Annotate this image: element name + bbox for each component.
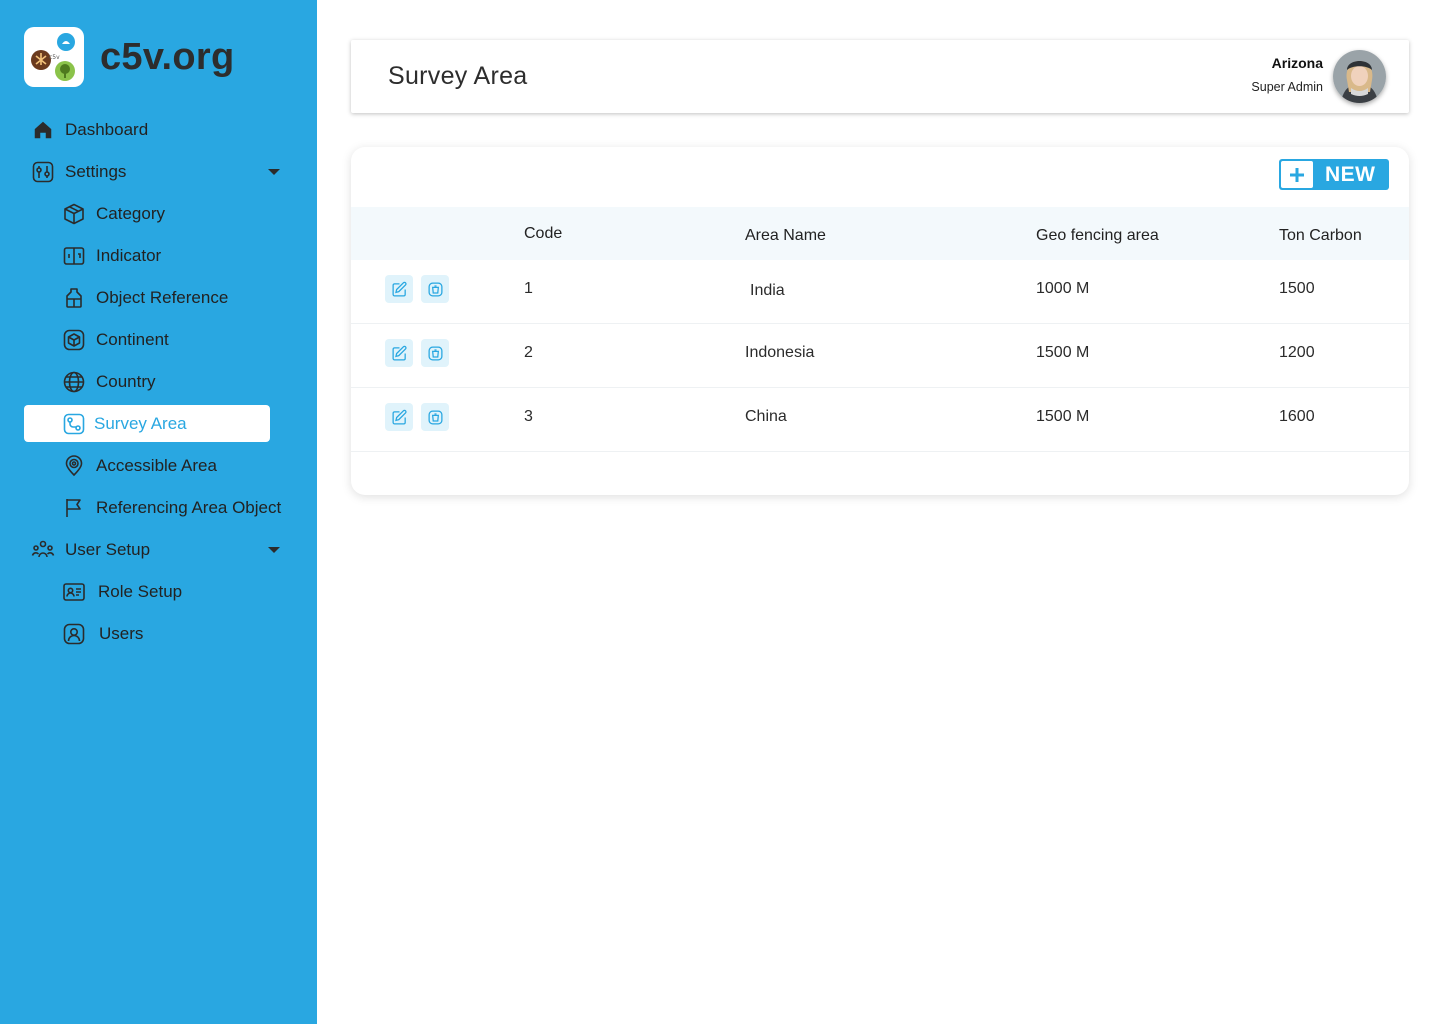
cube-icon	[62, 202, 86, 226]
chevron-down-icon[interactable]	[268, 169, 280, 175]
cell-geo-fencing: 1000 M	[1036, 280, 1090, 297]
cell-area-name: China	[745, 408, 787, 425]
sidebar-item-label: Referencing Area Object	[96, 497, 282, 517]
sidebar-item-label: Survey Area	[94, 413, 187, 433]
location-pin-icon	[62, 454, 86, 478]
table-row: 3 China 1500 M 1600	[351, 388, 1409, 452]
sidebar-item-label: Continent	[96, 329, 169, 349]
sidebar-item-survey-area[interactable]: Survey Area	[24, 405, 270, 442]
cell-geo-fencing: 1500 M	[1036, 408, 1090, 425]
sidebar-item-dashboard[interactable]: Dashboard	[31, 111, 148, 148]
cell-geo-fencing: 1500 M	[1036, 344, 1090, 361]
avatar[interactable]	[1333, 50, 1386, 103]
id-card-icon	[62, 580, 86, 604]
sidebar-item-label: Category	[96, 203, 165, 223]
settings-sliders-icon	[31, 160, 55, 184]
edit-icon	[391, 345, 407, 361]
sidebar-item-referencing-area-object[interactable]: Referencing Area Object	[62, 489, 281, 526]
continent-cube-icon	[62, 328, 86, 352]
sidebar-item-label: User Setup	[65, 539, 151, 559]
sidebar-item-country[interactable]: Country	[62, 363, 156, 400]
brand-logo: c5v	[24, 27, 84, 87]
edit-icon	[391, 281, 407, 297]
route-icon	[62, 412, 86, 436]
sidebar-item-label: Indicator	[96, 245, 162, 265]
sidebar-item-category[interactable]: Category	[62, 195, 165, 232]
cell-area-name: Indonesia	[745, 344, 815, 361]
users-group-icon	[31, 538, 55, 562]
cell-code: 3	[524, 408, 533, 425]
trash-icon	[427, 409, 443, 425]
sidebar-item-label: Country	[96, 371, 156, 391]
user-role: Super Admin	[1251, 80, 1323, 94]
cell-code: 2	[524, 344, 533, 361]
user-circle-icon	[62, 622, 86, 646]
trash-icon	[427, 345, 443, 361]
sidebar-item-continent[interactable]: Continent	[62, 321, 169, 358]
sidebar-item-label: Dashboard	[65, 119, 149, 139]
sidebar-item-label: Settings	[65, 161, 127, 181]
delete-button[interactable]	[421, 275, 449, 303]
column-header-code[interactable]: Code	[524, 225, 562, 243]
cell-ton-carbon: 1200	[1279, 344, 1315, 361]
sidebar-item-label: Role Setup	[98, 581, 183, 601]
sidebar-item-label: Users	[99, 623, 144, 643]
table-row: 2 Indonesia 1500 M 1200	[351, 324, 1409, 388]
cell-area-name: India	[750, 282, 785, 299]
column-header-geo-fencing[interactable]: Geo fencing area	[1036, 227, 1159, 245]
new-button-label: NEW	[1325, 162, 1376, 186]
sidebar-item-user-setup[interactable]: User Setup	[31, 531, 150, 568]
plus-icon	[1281, 161, 1313, 188]
edit-button[interactable]	[385, 275, 413, 303]
sidebar-item-settings[interactable]: Settings	[31, 153, 126, 190]
trash-icon	[427, 281, 443, 297]
edit-button[interactable]	[385, 403, 413, 431]
cell-code: 1	[524, 280, 533, 297]
survey-area-table-card: NEW Code Area Name Geo fencing area Ton …	[351, 147, 1409, 495]
edit-icon	[391, 409, 407, 425]
delete-button[interactable]	[421, 339, 449, 367]
brand[interactable]: c5v c5v.org	[24, 27, 234, 87]
jar-icon	[62, 286, 86, 310]
page-title: Survey Area	[388, 62, 528, 90]
sidebar: c5v c5v.org Dashboard Settings Category …	[0, 0, 317, 1024]
new-button[interactable]: NEW	[1279, 159, 1389, 190]
user-name: Arizona	[1271, 55, 1323, 71]
chevron-down-icon[interactable]	[268, 547, 280, 553]
sidebar-item-label: Accessible Area	[96, 455, 217, 475]
indicator-icon	[62, 244, 86, 268]
sidebar-item-object-reference[interactable]: Object Reference	[62, 279, 228, 316]
sidebar-item-label: Object Reference	[96, 287, 229, 307]
column-header-ton-carbon[interactable]: Ton Carbon	[1279, 227, 1362, 245]
table-row: 1 India 1000 M 1500	[351, 260, 1409, 324]
cell-ton-carbon: 1600	[1279, 408, 1315, 425]
svg-text:c5v: c5v	[49, 54, 60, 61]
sidebar-item-indicator[interactable]: Indicator	[62, 237, 161, 274]
sidebar-item-users[interactable]: Users	[62, 615, 143, 652]
flag-icon	[62, 496, 86, 520]
edit-button[interactable]	[385, 339, 413, 367]
cell-ton-carbon: 1500	[1279, 280, 1315, 297]
home-icon	[31, 118, 55, 142]
delete-button[interactable]	[421, 403, 449, 431]
table-header: Code Area Name Geo fencing area Ton Carb…	[351, 207, 1409, 260]
sidebar-item-role-setup[interactable]: Role Setup	[62, 573, 182, 610]
page-header: Survey Area Arizona Super Admin	[351, 40, 1409, 113]
column-header-area-name[interactable]: Area Name	[745, 227, 826, 245]
sidebar-item-accessible-area[interactable]: Accessible Area	[62, 447, 217, 484]
brand-name: c5v.org	[100, 35, 235, 78]
globe-icon	[62, 370, 86, 394]
